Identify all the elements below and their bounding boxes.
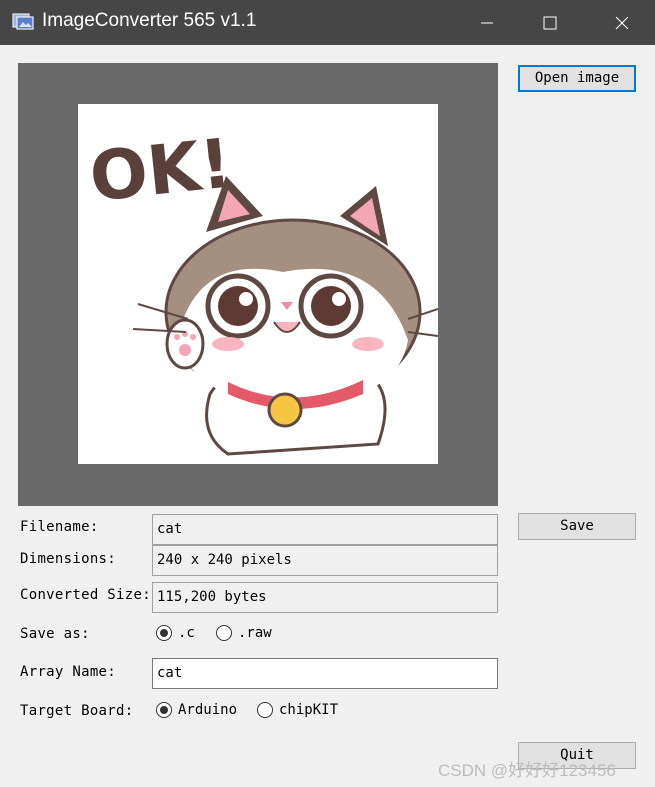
array-name-input[interactable]: cat — [152, 658, 498, 689]
filename-label: Filename: — [20, 519, 99, 535]
radio-unselected-icon — [216, 625, 232, 641]
save-as-c-radio[interactable]: .c — [156, 625, 195, 641]
maximize-button[interactable] — [519, 0, 581, 45]
ok-text: OK! — [86, 124, 235, 217]
minimize-button[interactable] — [456, 0, 518, 45]
target-board-chipkit-radio[interactable]: chipKIT — [257, 702, 338, 718]
save-button[interactable]: Save — [518, 513, 636, 540]
maximize-icon — [543, 16, 557, 29]
radio-unselected-icon — [257, 702, 273, 718]
save-as-raw-label: .raw — [238, 625, 272, 641]
cat-image: OK! — [86, 124, 438, 456]
array-name-label: Array Name: — [20, 664, 117, 680]
converted-size-label: Converted Size: — [20, 587, 151, 603]
dimensions-label: Dimensions: — [20, 551, 117, 567]
close-button[interactable] — [591, 0, 653, 45]
save-as-label: Save as: — [20, 626, 90, 642]
target-board-label: Target Board: — [20, 703, 134, 719]
close-icon — [615, 16, 629, 29]
dimensions-field: 240 x 240 pixels — [152, 545, 498, 576]
converted-size-field: 115,200 bytes — [152, 582, 498, 613]
image-preview-panel: OK! — [18, 63, 498, 506]
app-icon — [12, 13, 34, 30]
radio-selected-icon — [156, 625, 172, 641]
radio-selected-icon — [156, 702, 172, 718]
open-image-button[interactable]: Open image — [518, 65, 636, 92]
save-as-c-label: .c — [178, 625, 195, 641]
window-title: ImageConverter 565 v1.1 — [42, 10, 257, 31]
target-board-arduino-radio[interactable]: Arduino — [156, 702, 237, 718]
watermark-text: CSDN @好好好123456 — [438, 761, 616, 780]
target-board-chipkit-label: chipKIT — [279, 702, 339, 718]
minimize-icon — [481, 22, 493, 23]
save-as-raw-radio[interactable]: .raw — [216, 625, 272, 641]
target-board-arduino-label: Arduino — [178, 702, 238, 718]
title-bar[interactable]: ImageConverter 565 v1.1 — [0, 0, 655, 45]
filename-field: cat — [152, 514, 498, 545]
image-preview: OK! — [78, 104, 438, 464]
